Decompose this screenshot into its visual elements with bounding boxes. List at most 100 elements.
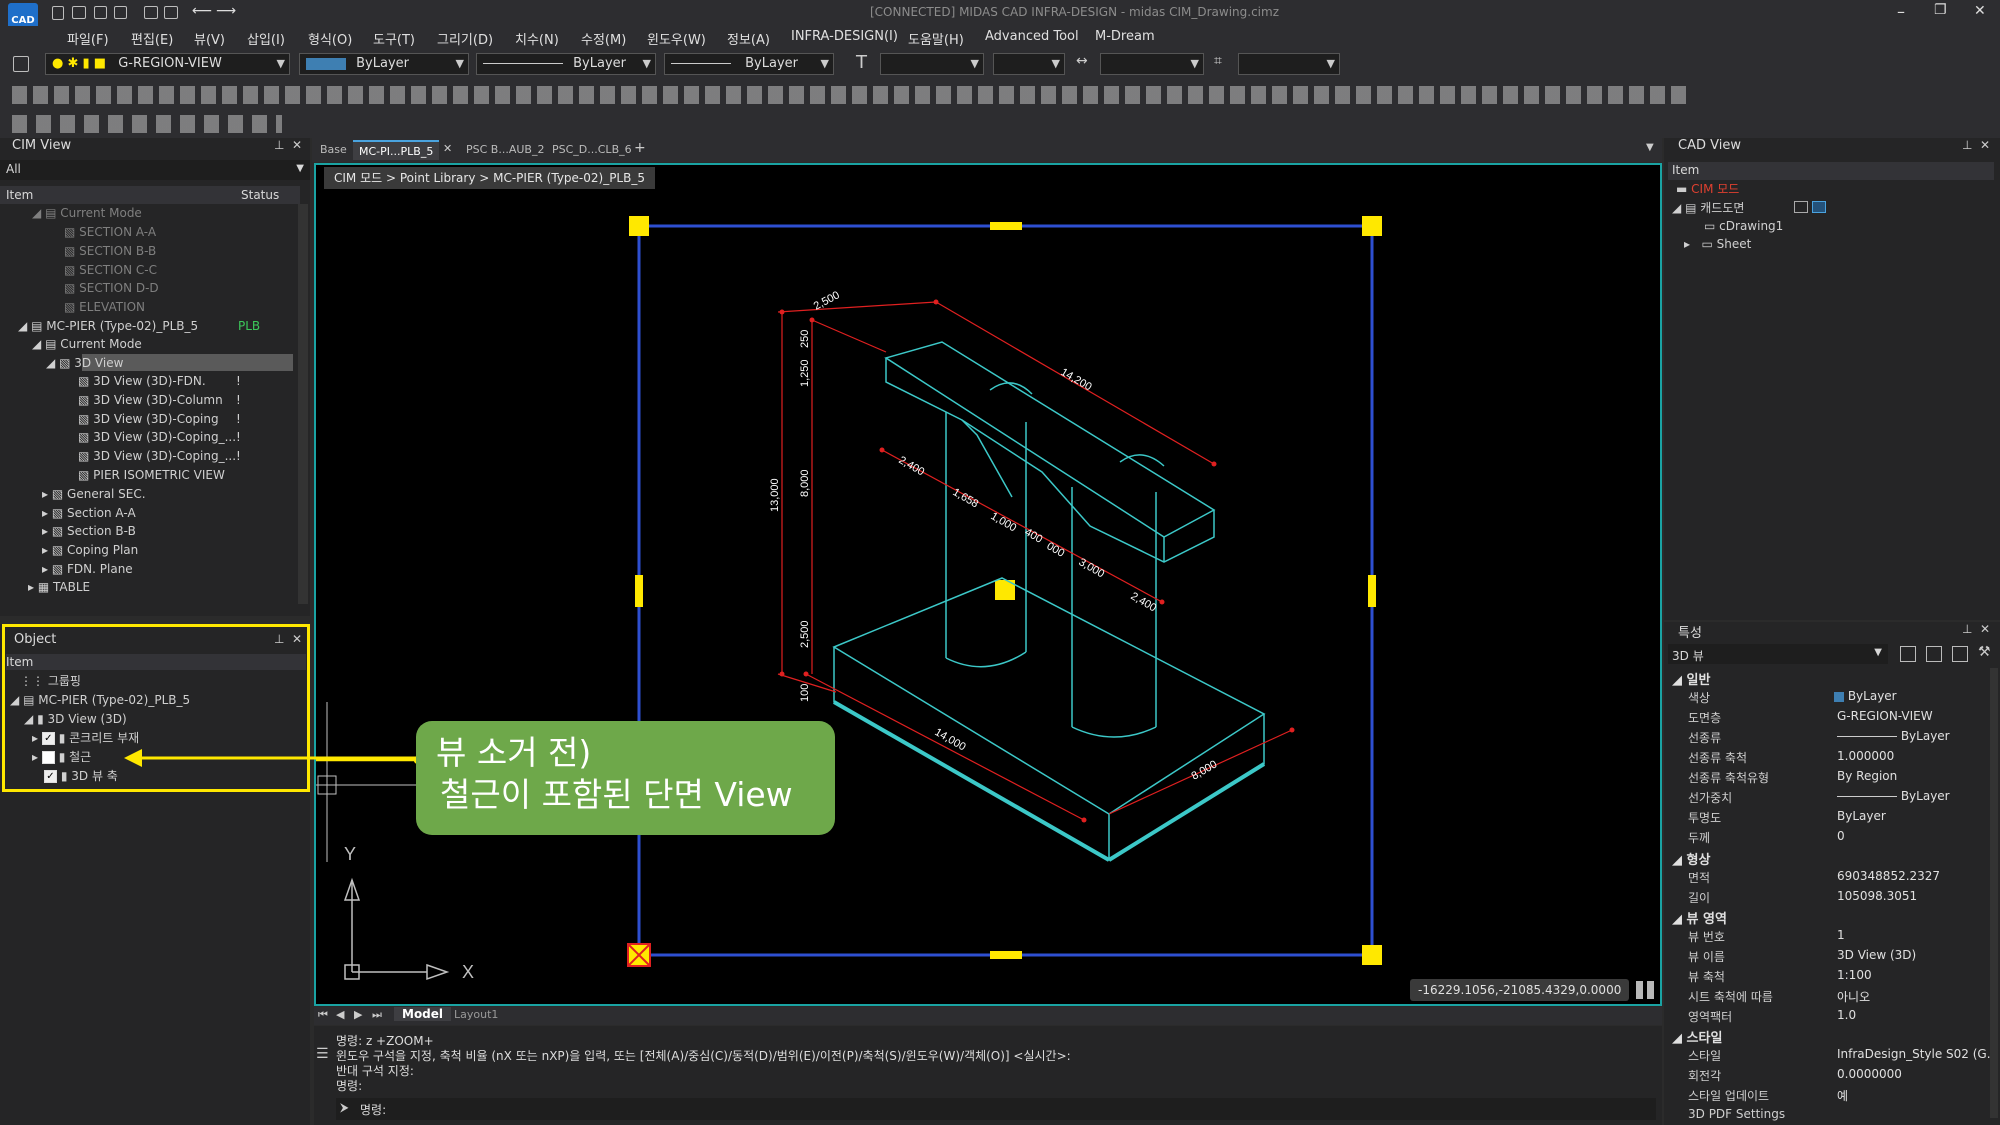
viewport-grid-icon[interactable] bbox=[1636, 981, 1654, 999]
pin-icon[interactable]: ⊥ bbox=[274, 138, 284, 152]
tree-item[interactable]: ▧ 3D View (3D)-Column! bbox=[78, 391, 241, 409]
save-all-icon[interactable] bbox=[114, 6, 127, 19]
tab-layout1[interactable]: Layout1 bbox=[454, 1008, 498, 1021]
tree-item[interactable]: ◢ ▤ Current Mode bbox=[32, 335, 142, 353]
linetype-combo[interactable]: ByLayer ▼ bbox=[476, 53, 656, 75]
wrench-icon[interactable]: ⚒ bbox=[1978, 644, 1991, 660]
menu-edit[interactable]: 편집(E) bbox=[131, 29, 173, 48]
tree-item-cad-drawing[interactable]: ◢ ▤ 캐드도면 bbox=[1672, 199, 1826, 217]
tree-item[interactable]: ▧ 3D View (3D)-Coping! bbox=[78, 410, 241, 428]
prev-layout-icon[interactable]: ◀ bbox=[336, 1008, 344, 1021]
section-style[interactable]: ◢ 스타일 bbox=[1672, 1027, 1722, 1046]
text-style-icon[interactable]: T bbox=[856, 52, 867, 73]
table-style-icon[interactable]: ⌗ bbox=[1214, 53, 1222, 69]
prop-value[interactable]: 1.000000 bbox=[1837, 749, 1894, 763]
prop-value[interactable]: 예 bbox=[1837, 1087, 1848, 1104]
prop-value[interactable]: G-REGION-VIEW bbox=[1837, 709, 1933, 723]
plot-preview-icon[interactable] bbox=[164, 6, 178, 19]
tree-item-cdrawing1[interactable]: ▭ cDrawing1 bbox=[1704, 217, 1783, 235]
color-combo[interactable]: ByLayer ▼ bbox=[299, 53, 469, 75]
checkbox-checked[interactable]: ✓ bbox=[41, 732, 55, 745]
tree-item[interactable]: ◢ ▤ MC-PIER (Type-02)_PLB_5 PLB bbox=[18, 317, 260, 335]
tree-item[interactable]: ▧ SECTION C-C bbox=[64, 261, 157, 279]
menu-format[interactable]: 형식(O) bbox=[308, 29, 352, 48]
pin-icon[interactable]: ⊥ bbox=[1962, 622, 1972, 636]
prop-value[interactable]: By Region bbox=[1837, 769, 1897, 783]
prop-value[interactable]: 아니오 bbox=[1837, 988, 1870, 1005]
drawing-viewport[interactable]: CIM 모드 > Point Library > MC-PIER (Type-0… bbox=[314, 163, 1662, 1006]
close-icon[interactable]: ✕ bbox=[1980, 622, 1990, 636]
save-icon[interactable] bbox=[94, 6, 107, 19]
new-file-icon[interactable] bbox=[52, 6, 64, 20]
redo-icon[interactable]: ⟶ bbox=[216, 3, 236, 19]
close-icon[interactable]: ✕ bbox=[1980, 138, 1990, 152]
tree-item[interactable]: ▧ PIER ISOMETRIC VIEW bbox=[78, 466, 225, 484]
menu-help[interactable]: 도움말(H) bbox=[908, 29, 964, 48]
layer-manager-icon[interactable] bbox=[13, 56, 29, 72]
tree-item[interactable]: ◢ ▤ Current Mode bbox=[32, 204, 142, 222]
section-view-area[interactable]: ◢ 뷰 영역 bbox=[1672, 908, 1727, 927]
command-menu-icon[interactable]: ☰ bbox=[316, 1046, 329, 1062]
tree-item[interactable]: ▸ ▮ 철근 bbox=[32, 748, 91, 766]
tree-item[interactable]: ▸ ▧ Coping Plan bbox=[42, 541, 138, 559]
command-input[interactable]: ⮞ 명령: bbox=[336, 1098, 1656, 1120]
tree-item[interactable]: ▸ ▧ FDN. Plane bbox=[42, 560, 133, 578]
tree-item[interactable]: ▸ ▧ General SEC. bbox=[42, 485, 146, 503]
dim-icon[interactable]: ↔ bbox=[1076, 53, 1088, 69]
tab-mc-pier[interactable]: MC-PI...PLB_5 bbox=[353, 140, 440, 160]
next-layout-icon[interactable]: ▶ bbox=[354, 1008, 362, 1021]
menu-insert[interactable]: 삽입(I) bbox=[247, 29, 285, 48]
menu-modify[interactable]: 수정(M) bbox=[581, 29, 626, 48]
pin-icon[interactable]: ⊥ bbox=[274, 632, 284, 646]
tree-item[interactable]: ▧ SECTION A-A bbox=[64, 223, 156, 241]
menu-m-dream[interactable]: M-Dream bbox=[1095, 29, 1155, 44]
pickadd-icon[interactable] bbox=[1952, 646, 1968, 662]
undo-icon[interactable]: ⟵ bbox=[192, 3, 212, 19]
menu-tools[interactable]: 도구(T) bbox=[373, 29, 415, 48]
tree-item[interactable]: ◢ ▧ 3D View bbox=[46, 354, 123, 372]
scrollbar[interactable] bbox=[298, 204, 308, 604]
close-icon[interactable]: ✕ bbox=[292, 138, 302, 152]
close-window-button[interactable]: ✕ bbox=[1974, 3, 1986, 19]
snap-icon-strip[interactable] bbox=[12, 115, 282, 133]
scrollbar[interactable] bbox=[1990, 668, 1998, 1118]
prop-value[interactable]: 1 bbox=[1837, 928, 1845, 942]
tree-item[interactable]: ▧ ELEVATION bbox=[64, 298, 145, 316]
tree-item[interactable]: ✓ ▮ 3D 뷰 축 bbox=[44, 767, 118, 785]
tree-item[interactable]: ▧ 3D View (3D)-Coping_...! bbox=[78, 447, 241, 465]
text-style-combo[interactable]: ▼ bbox=[880, 53, 984, 75]
cim-filter-select[interactable]: All ▼ bbox=[0, 160, 310, 180]
tree-item-cim-mode[interactable]: ▬ CIM 모드 bbox=[1676, 180, 1739, 198]
prop-value[interactable]: ByLayer bbox=[1837, 729, 1950, 743]
tree-item[interactable]: ◢ ▤ MC-PIER (Type-02)_PLB_5 bbox=[10, 691, 190, 709]
maximize-button[interactable]: ❐ bbox=[1934, 2, 1947, 18]
tree-item[interactable]: ▸ ▦ TABLE bbox=[28, 578, 90, 596]
tab-base[interactable]: Base bbox=[314, 140, 353, 160]
object-type-select[interactable]: 3D 뷰 ▼ bbox=[1668, 644, 1888, 664]
quick-select-icon[interactable] bbox=[1900, 646, 1916, 662]
tree-item[interactable]: ⋮⋮ 그룹핑 bbox=[20, 672, 81, 690]
tab-list-chevron-icon[interactable]: ▼ bbox=[1646, 142, 1654, 153]
tab-psc-d[interactable]: PSC_D...CLB_6 bbox=[546, 140, 638, 160]
minimize-button[interactable]: – bbox=[1897, 2, 1905, 21]
tab-model[interactable]: Model bbox=[394, 1007, 452, 1021]
tree-item[interactable]: ▧ SECTION D-D bbox=[64, 279, 159, 297]
lineweight-combo[interactable]: ByLayer ▼ bbox=[664, 53, 834, 75]
tool-icon-strip[interactable] bbox=[12, 86, 1692, 104]
table-style-combo[interactable]: ▼ bbox=[1238, 53, 1340, 75]
dim-scale-combo[interactable]: ▼ bbox=[1100, 53, 1204, 75]
tree-item[interactable]: ▸ ▧ Section A-A bbox=[42, 504, 136, 522]
close-tab-icon[interactable]: ✕ bbox=[443, 142, 452, 155]
print-icon[interactable] bbox=[144, 6, 158, 19]
close-icon[interactable]: ✕ bbox=[292, 632, 302, 646]
menu-dimension[interactable]: 치수(N) bbox=[515, 29, 559, 48]
open-folder-icon[interactable] bbox=[72, 6, 86, 19]
select-objects-icon[interactable] bbox=[1926, 646, 1942, 662]
add-tab-icon[interactable]: + bbox=[634, 140, 646, 156]
menu-view[interactable]: 뷰(V) bbox=[194, 29, 225, 48]
tree-item[interactable]: ▧ SECTION B-B bbox=[64, 242, 156, 260]
menu-infra-design[interactable]: INFRA-DESIGN(I) bbox=[791, 29, 898, 44]
tree-item[interactable]: ◢ ▮ 3D View (3D) bbox=[24, 710, 127, 728]
checkbox-unchecked[interactable] bbox=[41, 751, 55, 764]
dim-style-combo[interactable]: ▼ bbox=[993, 53, 1065, 75]
